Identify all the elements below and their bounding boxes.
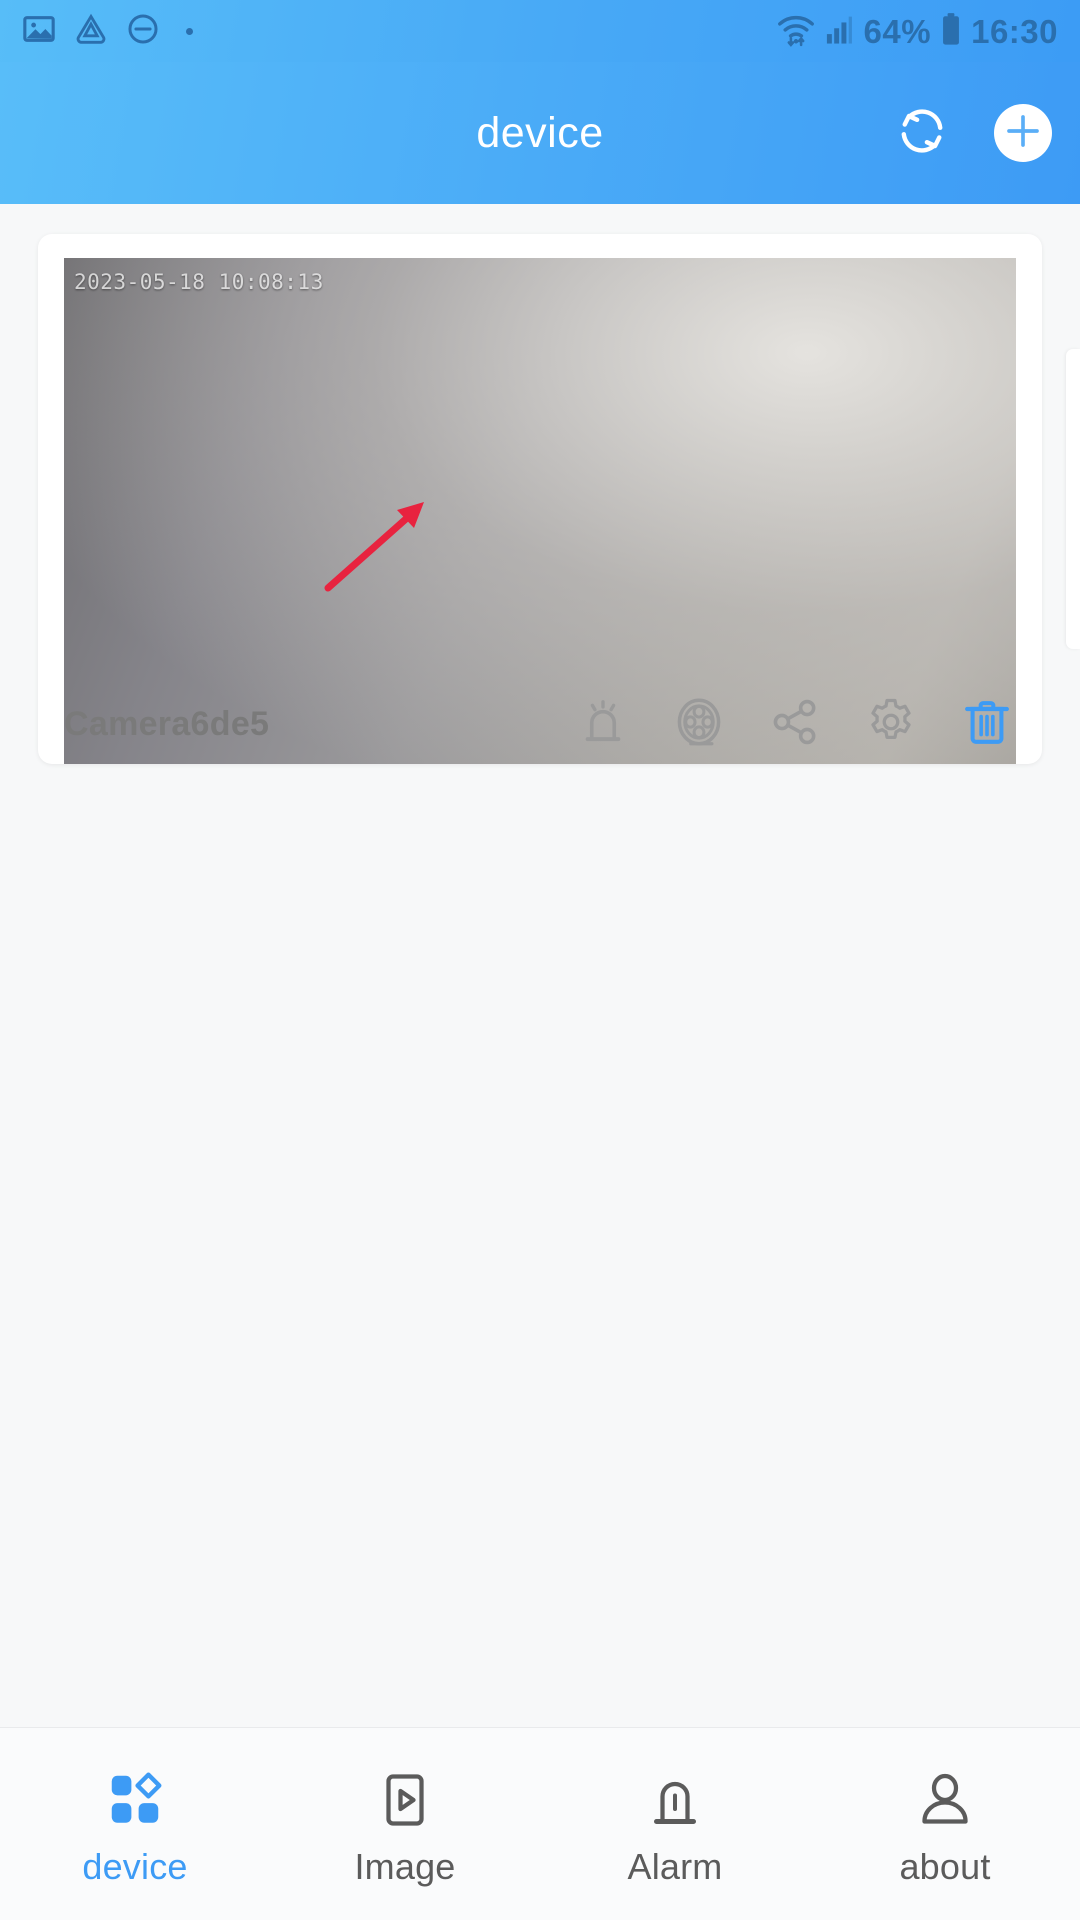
refresh-icon xyxy=(894,103,950,164)
status-bar-right-cluster: 64% 16:30 xyxy=(776,11,1058,52)
cellular-signal-icon xyxy=(825,13,855,50)
device-card-actionbar: Camera6de5 xyxy=(38,684,1042,764)
playback-button[interactable] xyxy=(670,695,728,753)
nav-label-device: device xyxy=(82,1846,188,1887)
status-bar-left-icons xyxy=(22,12,193,51)
share-icon xyxy=(768,695,822,754)
do-not-disturb-icon xyxy=(126,12,160,51)
dot-indicator xyxy=(186,27,193,35)
device-action-icons xyxy=(574,695,1016,753)
device-list-content: 2023-05-18 10:08:13 Camera6de5 xyxy=(0,204,1080,1728)
nav-label-alarm: Alarm xyxy=(627,1846,723,1887)
battery-percent-label: 64% xyxy=(863,12,932,50)
person-icon xyxy=(915,1762,975,1838)
device-card[interactable]: 2023-05-18 10:08:13 Camera6de5 xyxy=(38,234,1042,764)
status-bar: 64% 16:30 xyxy=(0,0,1080,62)
gear-icon xyxy=(863,694,919,755)
nav-item-alarm[interactable]: Alarm xyxy=(540,1728,810,1920)
alarm-icon xyxy=(576,695,630,754)
trash-icon xyxy=(960,695,1014,754)
bottom-navigation: device Image Alarm about xyxy=(0,1727,1080,1920)
app-header: device xyxy=(0,62,1080,204)
nav-label-about: about xyxy=(899,1846,991,1887)
refresh-button[interactable] xyxy=(894,105,950,161)
alarm-button[interactable] xyxy=(574,695,632,753)
header-actions xyxy=(894,62,1052,204)
clock-label: 16:30 xyxy=(971,12,1058,50)
device-name-label: Camera6de5 xyxy=(64,704,270,743)
battery-icon xyxy=(940,12,962,51)
add-device-button[interactable] xyxy=(994,104,1052,162)
alarm-dome-icon xyxy=(645,1762,705,1838)
wifi-arrows-icon xyxy=(776,11,816,52)
add-icon xyxy=(1003,111,1043,156)
settings-button[interactable] xyxy=(862,695,920,753)
play-rect-icon xyxy=(375,1762,435,1838)
delete-button[interactable] xyxy=(958,695,1016,753)
affinity-triangle-icon xyxy=(74,12,108,51)
image-icon xyxy=(22,12,56,51)
film-reel-icon xyxy=(671,694,727,755)
list-scrollbar[interactable] xyxy=(1066,349,1080,649)
nav-label-image: Image xyxy=(354,1846,456,1887)
nav-item-device[interactable]: device xyxy=(0,1728,270,1920)
device-grid-icon xyxy=(104,1762,166,1838)
nav-item-about[interactable]: about xyxy=(810,1728,1080,1920)
share-button[interactable] xyxy=(766,695,824,753)
nav-item-image[interactable]: Image xyxy=(270,1728,540,1920)
